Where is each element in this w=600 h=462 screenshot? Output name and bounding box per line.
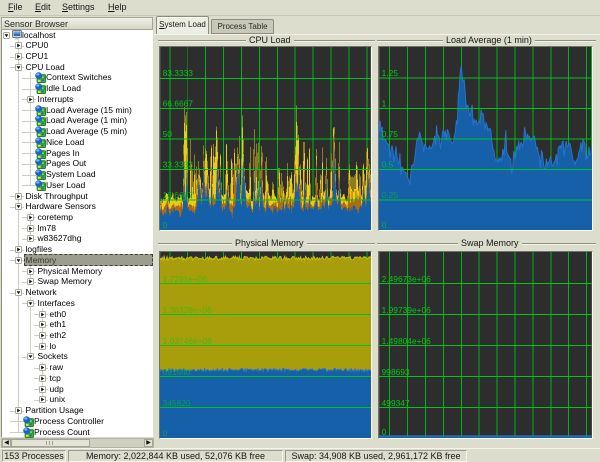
svg-text:499347: 499347 (382, 398, 410, 408)
svg-text:66.6667: 66.6667 (163, 99, 194, 109)
svg-text:1.38328e+06: 1.38328e+06 (163, 305, 213, 315)
svg-text:1.7291e+06: 1.7291e+06 (163, 274, 208, 284)
svg-text:1.03746e+06: 1.03746e+06 (163, 336, 213, 346)
svg-text:0: 0 (382, 220, 387, 230)
svg-text:1.49804e+06: 1.49804e+06 (382, 336, 432, 346)
svg-text:2.49673e+06: 2.49673e+06 (382, 274, 432, 284)
svg-text:0: 0 (163, 428, 168, 438)
svg-text:0.25: 0.25 (382, 190, 399, 200)
svg-text:83.3333: 83.3333 (163, 68, 194, 78)
svg-text:0: 0 (163, 220, 168, 230)
svg-text:0.75: 0.75 (382, 129, 399, 139)
svg-text:0: 0 (382, 427, 387, 437)
svg-text:998693: 998693 (382, 367, 410, 377)
svg-text:0.5: 0.5 (382, 159, 394, 169)
svg-text:50: 50 (163, 129, 173, 139)
svg-text:691640: 691640 (163, 367, 191, 377)
svg-text:33.3333: 33.3333 (163, 160, 194, 170)
svg-text:1.25: 1.25 (382, 68, 399, 78)
svg-text:1: 1 (382, 98, 387, 108)
svg-text:345820: 345820 (163, 398, 191, 408)
svg-text:16.6667: 16.6667 (163, 190, 194, 200)
svg-text:1.99739e+06: 1.99739e+06 (382, 305, 432, 315)
